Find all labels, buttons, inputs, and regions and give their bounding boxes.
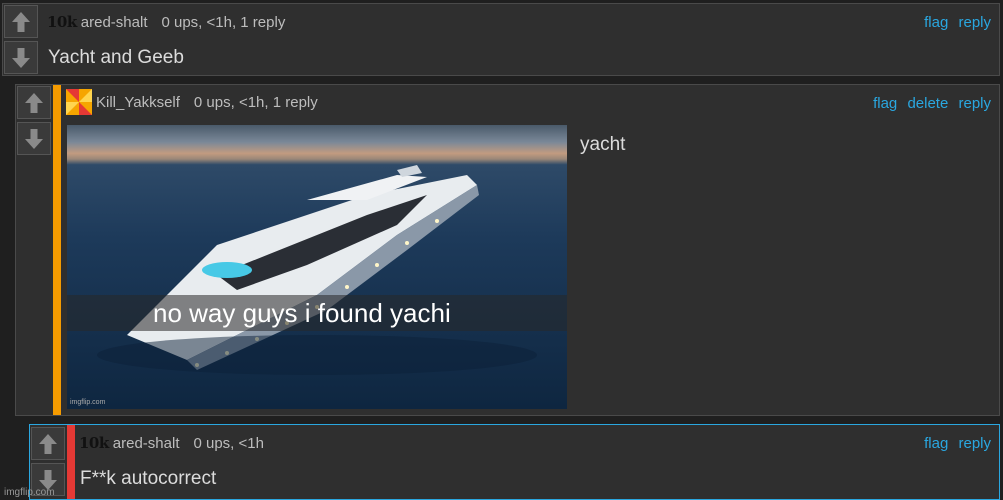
upvote-button[interactable]: [4, 5, 38, 38]
upvote-button[interactable]: [31, 427, 65, 460]
comment-header: 10k ared-shalt 0 ups, <1h, 1 reply: [47, 13, 285, 31]
comment: 10k ared-shalt 0 ups, <1h flag reply F**…: [29, 424, 1000, 500]
comment-meta: 0 ups, <1h: [193, 434, 264, 452]
downvote-button[interactable]: [4, 41, 38, 74]
upvote-button[interactable]: [17, 86, 51, 119]
arrow-up-icon: [25, 92, 43, 113]
reply-link[interactable]: reply: [958, 14, 991, 31]
reply-link[interactable]: reply: [958, 95, 991, 112]
thread-stripe: [67, 425, 75, 499]
user-badge: 10k: [47, 13, 77, 31]
flag-link[interactable]: flag: [924, 14, 948, 31]
user-badge: 10k: [79, 434, 109, 452]
comment-actions: flag reply: [918, 14, 991, 31]
comment-actions: flag reply: [918, 435, 991, 452]
arrow-up-icon: [12, 11, 30, 32]
username-link[interactable]: Kill_Yakkself: [96, 94, 180, 111]
meme-caption: no way guys i found yachi: [67, 295, 567, 331]
arrow-down-icon: [12, 47, 30, 68]
flag-link[interactable]: flag: [873, 95, 897, 112]
comment-header: Kill_Yakkself 0 ups, <1h, 1 reply: [66, 89, 318, 115]
yacht-picture: [97, 165, 537, 375]
comment-meta: 0 ups, <1h, 1 reply: [161, 13, 286, 31]
comment-text: F**k autocorrect: [80, 468, 217, 489]
comment-meta: 0 ups, <1h, 1 reply: [193, 93, 318, 111]
downvote-button[interactable]: [17, 122, 51, 155]
comment-text: yacht: [580, 134, 626, 155]
arrow-up-icon: [39, 433, 57, 454]
comment: Kill_Yakkself 0 ups, <1h, 1 reply flag d…: [15, 84, 1000, 416]
pinwheel-icon: [66, 89, 92, 115]
thread-stripe: [53, 85, 61, 415]
flag-link[interactable]: flag: [924, 435, 948, 452]
reply-link[interactable]: reply: [958, 435, 991, 452]
image-watermark: imgflip.com: [70, 399, 106, 406]
comment: 10k ared-shalt 0 ups, <1h, 1 reply flag …: [2, 3, 1000, 76]
delete-link[interactable]: delete: [907, 95, 948, 112]
comment-text: Yacht and Geeb: [48, 47, 184, 68]
arrow-down-icon: [25, 128, 43, 149]
username-link[interactable]: ared-shalt: [81, 14, 148, 31]
comment-header: 10k ared-shalt 0 ups, <1h: [79, 434, 264, 452]
footer-watermark: imgflip.com: [4, 487, 55, 498]
avatar[interactable]: [66, 89, 92, 115]
meme-image[interactable]: no way guys i found yachi imgflip.com: [67, 125, 567, 409]
comment-actions: flag delete reply: [867, 95, 991, 112]
username-link[interactable]: ared-shalt: [113, 435, 180, 452]
